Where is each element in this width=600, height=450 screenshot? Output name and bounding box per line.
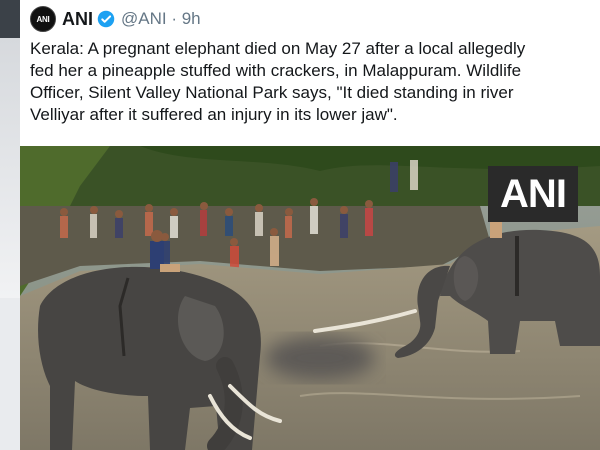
left-panel-edge xyxy=(0,0,20,450)
handle-and-time[interactable]: @ANI · 9h xyxy=(121,9,201,29)
author-name[interactable]: ANI xyxy=(62,9,93,30)
tweet-header: ANI ANI @ANI · 9h xyxy=(30,6,201,32)
tweet-text-line: Officer, Silent Valley National Park say… xyxy=(30,83,514,102)
ani-watermark: ANI xyxy=(488,166,578,222)
tweet-text-line: fed her a pineapple stuffed with cracker… xyxy=(30,61,522,80)
tweet-text-line: Velliyar after it suffered an injury in … xyxy=(30,105,398,124)
tweet-text-line: Kerala: A pregnant elephant died on May … xyxy=(30,39,526,58)
avatar[interactable]: ANI xyxy=(30,6,56,32)
left-panel-shade xyxy=(0,38,20,298)
left-panel-dark xyxy=(0,0,20,38)
tweet-text: Kerala: A pregnant elephant died on May … xyxy=(30,38,596,126)
tweet-media-photo[interactable]: ANI xyxy=(20,146,600,450)
verified-badge-icon xyxy=(97,10,115,28)
